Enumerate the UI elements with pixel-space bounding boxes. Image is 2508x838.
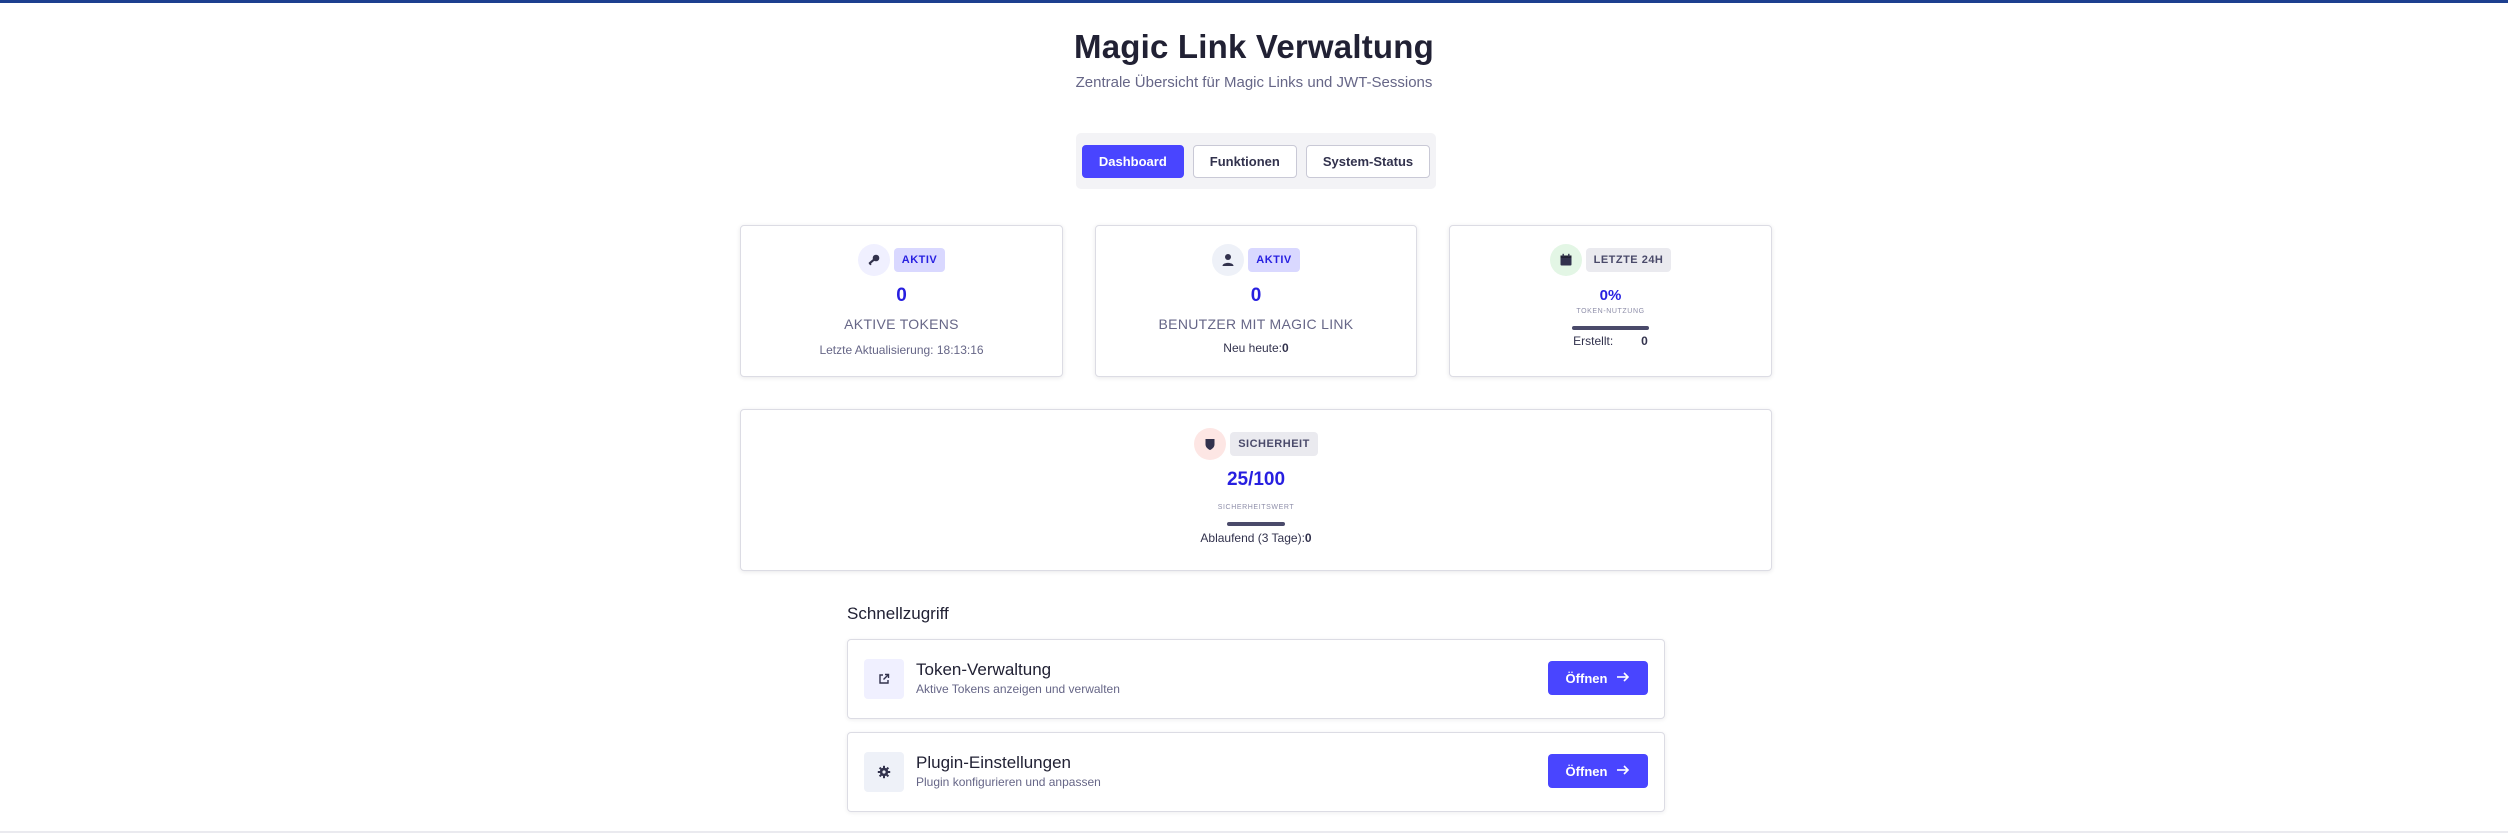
users-value: 0 <box>1250 285 1262 306</box>
active-tokens-value: 0 <box>896 285 907 306</box>
tab-system-status[interactable]: System-Status <box>1305 144 1431 178</box>
security-badge: SICHERHEIT <box>1230 432 1318 456</box>
quick-access-name: Plugin-Einstellungen <box>916 753 1071 772</box>
period-badge: LETZTE 24H <box>1585 248 1672 272</box>
security-card: SICHERHEIT 25/100 SICHERHEITSWERT Ablauf… <box>740 409 1772 571</box>
arrow-right-icon <box>1616 671 1630 686</box>
last-update-text: Letzte Aktualisierung: 18:13:16 <box>819 343 984 357</box>
shield-icon <box>1194 428 1227 460</box>
expiring-label: Ablaufend (3 Tage): <box>1200 531 1305 545</box>
last-24h-card: LETZTE 24H 0% TOKEN-NUTZUNG Erstellt: 0 <box>1449 225 1772 377</box>
quick-access-description: Plugin konfigurieren und anpassen <box>916 775 1101 789</box>
quick-access-title: Schnellzugriff <box>847 604 949 623</box>
security-score-value: 25/100 <box>1226 469 1286 490</box>
token-usage-label: TOKEN-NUTZUNG <box>1576 308 1645 315</box>
tab-bar: Dashboard Funktionen System-Status <box>1076 133 1436 189</box>
status-badge: AKTIV <box>893 248 946 272</box>
expiring-value: 0 <box>1304 531 1312 545</box>
open-button-label: Öffnen <box>1565 763 1608 779</box>
calendar-icon <box>1549 244 1582 276</box>
page-title: Magic Link Verwaltung <box>1074 28 1434 65</box>
tab-dashboard[interactable]: Dashboard <box>1081 144 1184 178</box>
key-icon <box>857 244 890 276</box>
status-badge: AKTIV <box>1248 248 1300 272</box>
created-value: 0 <box>1641 334 1648 348</box>
page-subtitle: Zentrale Übersicht für Magic Links und J… <box>1075 74 1433 91</box>
active-tokens-label: AKTIVE TOKENS <box>844 316 959 332</box>
security-score-bar <box>1227 522 1285 526</box>
new-today-value: 0 <box>1282 341 1289 355</box>
quick-access-item-plugin-settings: Plugin-Einstellungen Plugin konfiguriere… <box>847 732 1665 812</box>
token-usage-bar <box>1572 326 1649 330</box>
token-usage-value: 0% <box>1599 287 1622 304</box>
open-plugin-settings-button[interactable]: Öffnen <box>1548 754 1648 788</box>
quick-access-description: Aktive Tokens anzeigen und verwalten <box>916 682 1120 696</box>
security-score-label: SICHERHEITSWERT <box>1217 504 1295 511</box>
created-label: Erstellt: <box>1573 334 1614 348</box>
quick-access-name: Token-Verwaltung <box>916 660 1052 679</box>
new-today-label: Neu heute: <box>1223 341 1283 355</box>
tab-funktionen[interactable]: Funktionen <box>1192 144 1297 178</box>
quick-access-item-token-management: Token-Verwaltung Aktive Tokens anzeigen … <box>847 639 1665 719</box>
external-link-icon <box>864 659 904 699</box>
gear-icon <box>864 752 904 792</box>
active-tokens-card: AKTIV 0 AKTIVE TOKENS Letzte Aktualisier… <box>740 225 1063 377</box>
open-token-management-button[interactable]: Öffnen <box>1548 661 1648 695</box>
expiring-text: Ablaufend (3 Tage):0 <box>741 531 1771 545</box>
users-label: BENUTZER MIT MAGIC LINK <box>1158 316 1354 332</box>
created-text: Erstellt: 0 <box>1450 334 1771 348</box>
magic-link-users-card: AKTIV 0 BENUTZER MIT MAGIC LINK Neu heut… <box>1095 225 1417 377</box>
page-header: Magic Link Verwaltung Zentrale Übersicht… <box>0 28 2508 91</box>
new-today-text: Neu heute:0 <box>1096 341 1416 355</box>
user-icon <box>1212 244 1245 276</box>
open-button-label: Öffnen <box>1565 670 1608 686</box>
arrow-right-icon <box>1616 764 1630 779</box>
